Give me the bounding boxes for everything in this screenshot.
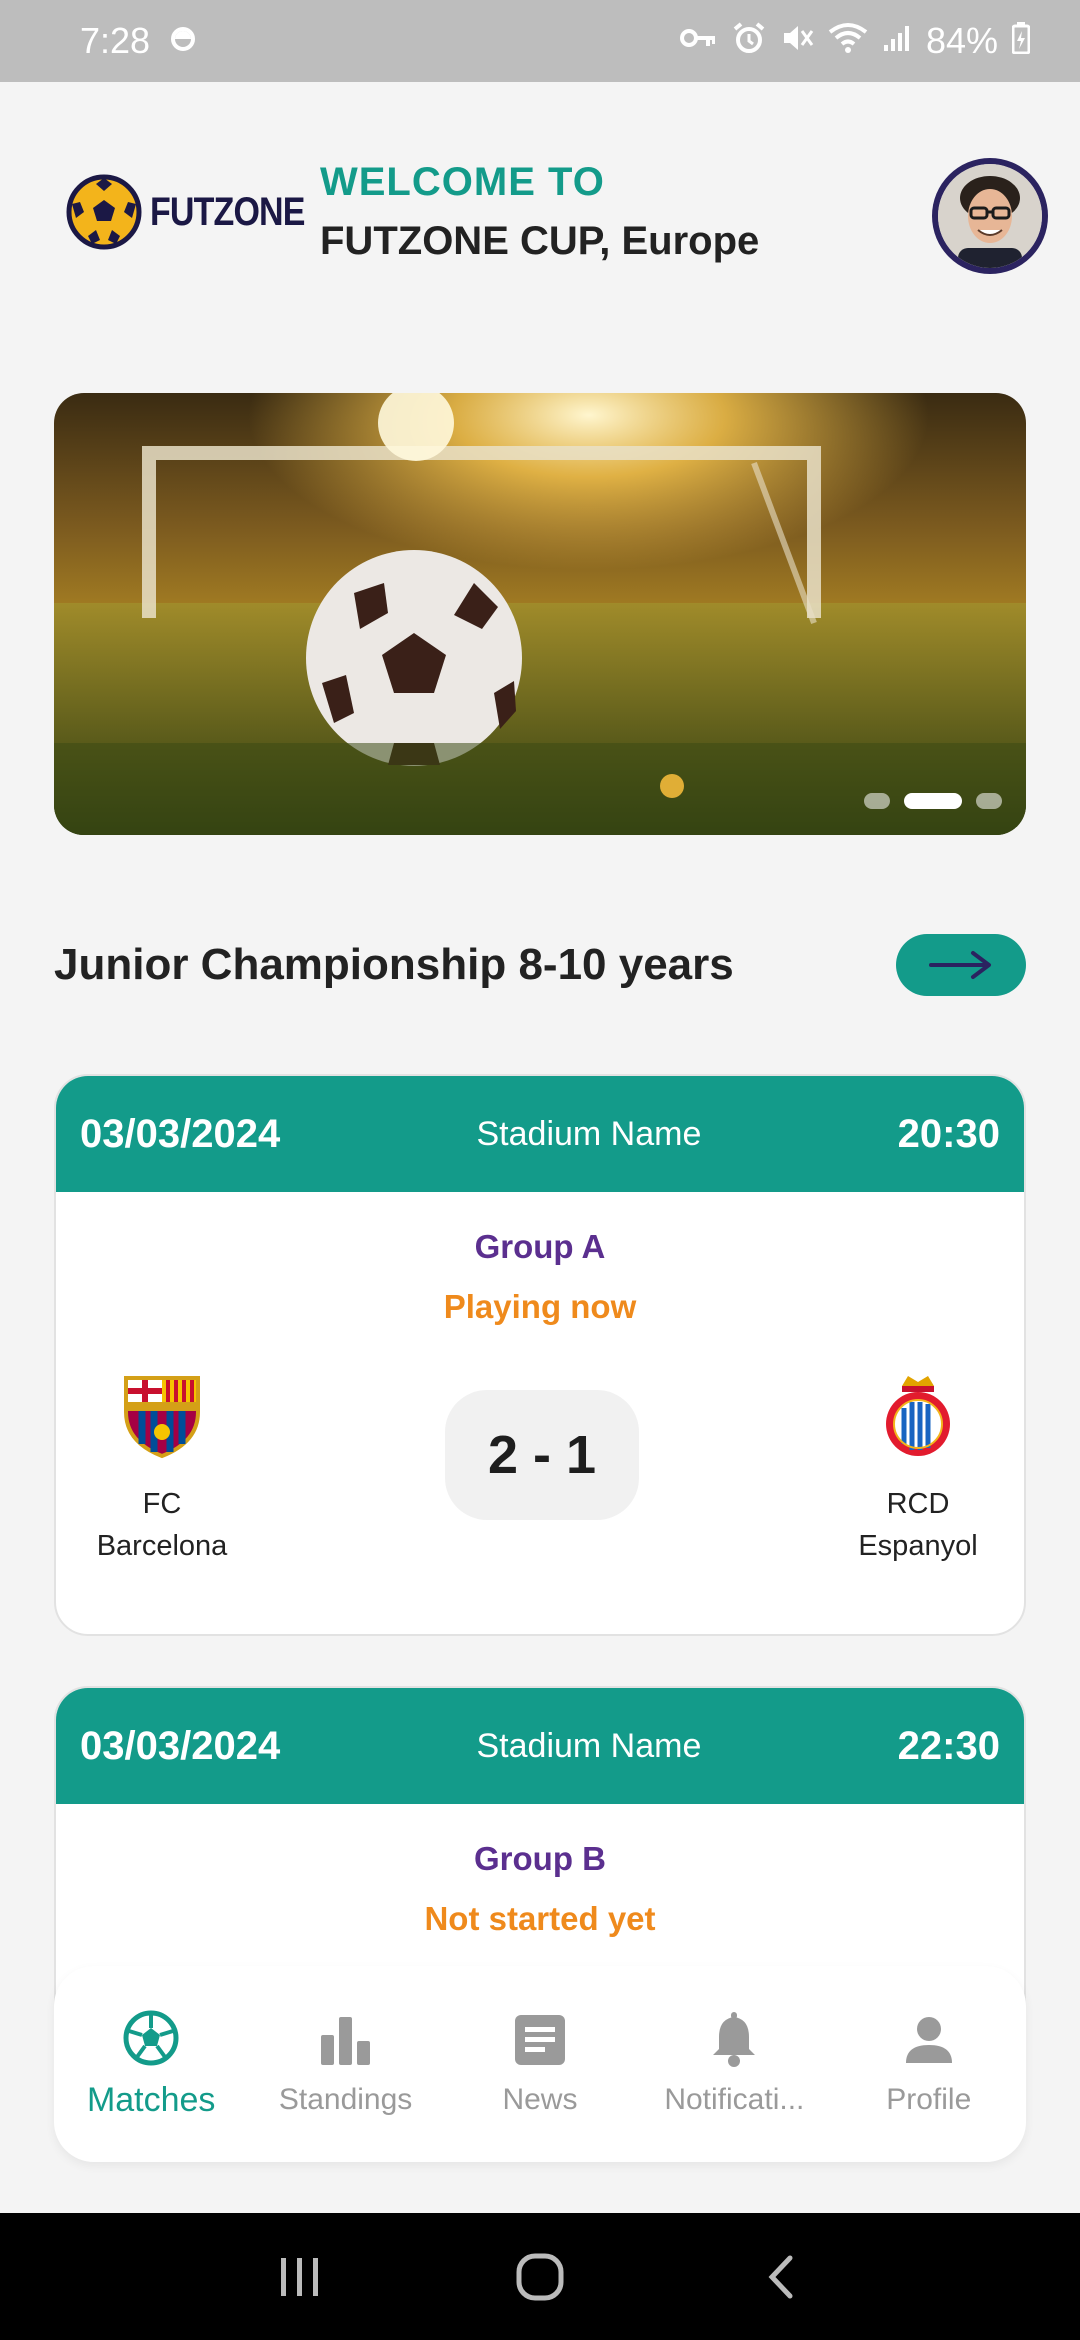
section-title: Junior Championship 8-10 years <box>54 940 734 989</box>
status-time: 7:28 <box>80 20 151 61</box>
carousel-dot[interactable] <box>864 793 890 809</box>
home-team-name-line2: Barcelona <box>96 1530 228 1562</box>
news-icon <box>514 2015 565 2065</box>
battery-charging-icon <box>1011 22 1031 60</box>
signal-icon <box>882 23 912 59</box>
back-chevron-icon <box>768 2255 793 2298</box>
match-stadium: Stadium Name <box>476 1726 702 1765</box>
recent-apps-button[interactable] <box>270 2247 330 2307</box>
match-status: Not started yet <box>424 1900 656 1937</box>
away-team-name-line2: Espanyol <box>858 1530 978 1562</box>
match-date: 03/03/2024 <box>80 1111 281 1156</box>
bar-chart-icon <box>320 2017 370 2065</box>
alarm-icon <box>732 21 766 61</box>
carousel-dots <box>864 793 1002 809</box>
nav-label-notifications: Notificati... <box>664 2083 805 2116</box>
match-card[interactable]: 03/03/2024 Stadium Name 20:30 Group A Pl… <box>54 1074 1026 1636</box>
tournament-name: FUTZONE CUP, Europe <box>320 219 760 263</box>
avatar[interactable] <box>932 158 1048 274</box>
away-team[interactable]: RCD Espanyol <box>818 1372 1018 1567</box>
cloud-sync-icon <box>170 25 196 57</box>
mute-icon <box>780 21 814 61</box>
header: FUTZONE WELCOME TO FUTZONE CUP, Europe <box>0 150 1080 280</box>
bell-icon <box>713 2012 756 2067</box>
system-navigation-bar <box>0 2213 1080 2340</box>
nav-label-matches: Matches <box>86 2080 216 2119</box>
recent-apps-icon <box>281 2257 318 2296</box>
match-teams: FC Barcelona 2 - 1 RCD Espanyol <box>56 1326 1024 1586</box>
rcd-espanyol-crest-icon <box>886 1376 950 1456</box>
vpn-key-icon <box>679 26 718 56</box>
status-right: 84% <box>679 20 1031 62</box>
status-bar: 7:28 84% <box>0 0 1080 82</box>
match-card-header: 03/03/2024 Stadium Name 22:30 <box>56 1688 1024 1804</box>
back-button[interactable] <box>750 2247 810 2307</box>
match-card-header: 03/03/2024 Stadium Name 20:30 <box>56 1076 1024 1192</box>
match-score: 2 - 1 <box>445 1390 639 1520</box>
soccer-ball-logo-icon <box>66 174 142 250</box>
person-icon <box>905 2017 952 2063</box>
match-time: 20:30 <box>897 1111 1000 1156</box>
match-date: 03/03/2024 <box>80 1723 281 1768</box>
away-team-name-line1: RCD <box>886 1488 950 1520</box>
match-group: Group A <box>474 1228 606 1265</box>
welcome-block: WELCOME TO FUTZONE CUP, Europe <box>320 160 759 264</box>
soccer-ball-icon <box>123 2010 179 2065</box>
bottom-navigation: Matches Standings News Notificati... Pro… <box>54 1966 1026 2162</box>
nav-item-matches[interactable]: Matches <box>54 2009 248 2120</box>
fc-barcelona-crest-icon <box>124 1376 200 1459</box>
home-team[interactable]: FC Barcelona <box>62 1372 262 1567</box>
nav-item-profile[interactable]: Profile <box>832 2011 1026 2117</box>
nav-item-notifications[interactable]: Notificati... <box>637 2011 831 2117</box>
nav-item-standings[interactable]: Standings <box>249 2011 443 2117</box>
carousel-dot[interactable] <box>976 793 1002 809</box>
arrow-right-icon <box>929 951 991 979</box>
away-team-name: RCD Espanyol <box>818 1483 1018 1567</box>
promo-banner[interactable] <box>54 393 1026 835</box>
battery-percent: 84% <box>925 20 998 61</box>
home-icon <box>516 2253 564 2300</box>
nav-label-news: News <box>502 2083 578 2116</box>
match-stadium: Stadium Name <box>476 1114 702 1153</box>
avatar-image <box>938 164 1042 268</box>
welcome-label: WELCOME TO <box>320 160 605 204</box>
home-team-name: FC Barcelona <box>62 1483 262 1567</box>
nav-label-standings: Standings <box>278 2083 413 2116</box>
futzone-logo: FUTZONE <box>66 174 332 250</box>
app-screen: { "status_bar": { "time": "7:28", "batte… <box>0 0 1080 2340</box>
home-button[interactable] <box>510 2247 570 2307</box>
nav-label-profile: Profile <box>886 2083 972 2116</box>
carousel-dot-active[interactable] <box>904 793 962 809</box>
see-all-button[interactable] <box>896 934 1026 996</box>
soccer-ball-photo <box>54 393 1026 835</box>
home-team-name-line1: FC <box>142 1488 182 1520</box>
wifi-icon <box>828 22 868 60</box>
status-left: 7:28 <box>80 20 196 62</box>
match-time: 22:30 <box>897 1723 1000 1768</box>
nav-item-news[interactable]: News <box>443 2011 637 2117</box>
match-status: Playing now <box>443 1288 637 1325</box>
logo-text: FUTZONE <box>150 189 305 234</box>
match-group: Group B <box>474 1840 606 1877</box>
